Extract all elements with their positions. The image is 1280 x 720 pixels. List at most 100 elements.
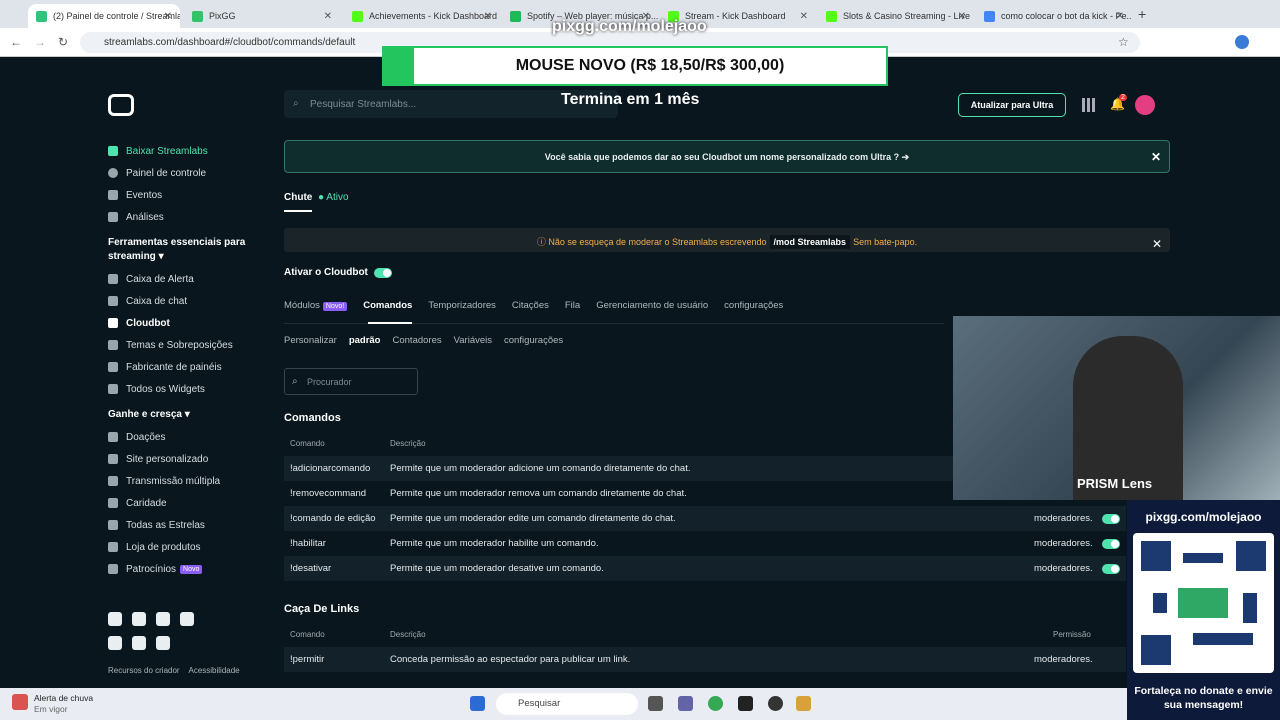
sidebar-item-charity[interactable]: Caridade	[108, 492, 258, 514]
subtab-custom[interactable]: Personalizar	[284, 335, 337, 346]
close-icon[interactable]: ✕	[164, 11, 172, 22]
themes-icon	[108, 340, 118, 350]
browser-tab[interactable]: (2) Painel de controle / Streamlabs ✕	[28, 4, 180, 28]
x-icon[interactable]	[108, 612, 122, 626]
sidebar-group-grow[interactable]: Ganhe e cresça ▾	[108, 408, 258, 422]
social-links	[108, 612, 208, 650]
forward-icon[interactable]: →	[34, 35, 46, 49]
streamlabs-logo-icon[interactable]	[108, 94, 134, 116]
sidebar-item-multistream[interactable]: Transmissão múltipla	[108, 470, 258, 492]
accessibility-link[interactable]: Acessibilidade	[188, 666, 239, 675]
browser-tab[interactable]: como colocar o bot da kick - Pe... ✕	[976, 4, 1132, 28]
sidebar-group-essentials[interactable]: Ferramentas essenciais para streaming ▾	[108, 236, 258, 264]
tab-user-management[interactable]: Gerenciamento de usuário	[596, 300, 708, 311]
close-icon[interactable]: ✕	[800, 11, 808, 22]
reload-icon[interactable]: ↻	[58, 35, 68, 49]
browser-tab[interactable]: Slots & Casino Streaming - Live ✕	[818, 4, 974, 28]
sidebar-item-events[interactable]: Eventos	[108, 184, 258, 206]
star-icon[interactable]: ☆	[1118, 35, 1129, 49]
sidebar-item-alert-box[interactable]: Caixa de Alerta	[108, 268, 258, 290]
heart-icon	[108, 498, 118, 508]
subtab-settings[interactable]: configurações	[504, 335, 563, 346]
subtab-variables[interactable]: Variáveis	[454, 335, 492, 346]
creator-resources-link[interactable]: Recursos do criador	[108, 666, 180, 675]
sidebar-item-download[interactable]: Baixar Streamlabs	[108, 140, 258, 162]
tab-commands[interactable]: Comandos	[363, 300, 412, 311]
command-toggle[interactable]	[1102, 564, 1120, 574]
overlay-url: pixgg.com/molejaoo	[552, 18, 707, 35]
tab-queue[interactable]: Fila	[565, 300, 580, 311]
app-icon[interactable]	[768, 696, 783, 711]
close-icon[interactable]: ✕	[484, 11, 492, 22]
command-search-input[interactable]: Procurador	[284, 368, 418, 395]
close-icon[interactable]: ✕	[1116, 11, 1124, 22]
discord-icon[interactable]	[156, 636, 170, 650]
subtab-default[interactable]: padrão	[349, 335, 381, 346]
tab-timers[interactable]: Temporizadores	[428, 300, 496, 311]
sidebar-item-site[interactable]: Site personalizado	[108, 448, 258, 470]
tab-settings[interactable]: configurações	[724, 300, 783, 311]
command-toggle[interactable]	[1102, 514, 1120, 524]
taskbar-search[interactable]: Pesquisar	[496, 693, 638, 715]
profile-icon[interactable]	[1235, 35, 1249, 49]
windows-start-icon[interactable]	[470, 696, 485, 711]
star-icon	[108, 520, 118, 530]
promo-ends: Termina em 1 mês	[561, 91, 700, 108]
linkedin-icon[interactable]	[132, 636, 146, 650]
close-icon[interactable]: ✕	[1152, 237, 1162, 251]
upgrade-ultra-button[interactable]: Atualizar para Ultra	[958, 93, 1066, 117]
apps-grid-icon[interactable]	[1082, 98, 1096, 112]
browser-tab[interactable]: Achievements - Kick Dashboard ✕	[344, 4, 500, 28]
sidebar-item-donations[interactable]: Doações	[108, 426, 258, 448]
column-header: Comando	[290, 439, 325, 448]
obs-icon[interactable]	[738, 696, 753, 711]
back-icon[interactable]: ←	[10, 35, 22, 49]
bell-icon	[108, 274, 118, 284]
tab-modules[interactable]: Módulos Novo!	[284, 300, 348, 311]
chrome-icon[interactable]	[708, 696, 723, 711]
sidebar-item-chat-box[interactable]: Caixa de chat	[108, 290, 258, 312]
command-toggle[interactable]	[1102, 539, 1120, 549]
sidebar-item-cloudbot[interactable]: Cloudbot	[108, 312, 258, 334]
tiktok-icon[interactable]	[180, 612, 194, 626]
sidebar-item-widgets[interactable]: Todos os Widgets	[108, 378, 258, 400]
column-header: Comando	[290, 630, 325, 639]
close-icon[interactable]: ✕	[1151, 150, 1161, 164]
youtube-icon[interactable]	[132, 612, 146, 626]
new-tab-icon[interactable]: +	[1138, 6, 1146, 22]
table-row[interactable]: !comando de edição Permite que um moderad…	[284, 506, 1126, 531]
task-view-icon[interactable]	[648, 696, 663, 711]
teams-icon[interactable]	[678, 696, 693, 711]
close-icon[interactable]: ✕	[958, 11, 966, 22]
sidebar-footer: Recursos do criador Acessibilidade	[108, 666, 240, 675]
new-badge: Novo	[180, 564, 203, 574]
platform-tab-chute[interactable]: Chute	[284, 192, 312, 203]
sidebar-item-themes[interactable]: Temas e Sobreposições	[108, 334, 258, 356]
instagram-icon[interactable]	[156, 612, 170, 626]
table-row[interactable]: !permitir Conceda permissão ao espectador…	[284, 647, 1126, 672]
sidebar-item-analytics[interactable]: Análises	[108, 206, 258, 228]
table-row[interactable]: !habilitar Permite que um moderador habil…	[284, 531, 1126, 556]
cloudbot-icon	[108, 318, 118, 328]
weather-widget[interactable]: Alerta de chuva Em vigor	[34, 693, 93, 715]
sidebar-item-dashboard[interactable]: Painel de controle	[108, 162, 258, 184]
ultra-info-banner: Você sabia que podemos dar ao seu Cloudb…	[284, 140, 1170, 173]
avatar[interactable]	[1135, 95, 1155, 115]
sidebar-item-stars[interactable]: Todas as Estrelas	[108, 514, 258, 536]
sidebar-item-sponsorships[interactable]: Patrocínios Novo	[108, 558, 258, 580]
app-icon[interactable]	[796, 696, 811, 711]
cloudbot-toggle[interactable]	[373, 267, 392, 278]
subtab-counters[interactable]: Contadores	[393, 335, 442, 346]
facebook-icon[interactable]	[108, 636, 122, 650]
status-badge: ● Ativo	[318, 192, 349, 203]
section-title: Comandos	[284, 412, 341, 424]
sidebar-item-merch[interactable]: Loja de produtos	[108, 536, 258, 558]
table-row[interactable]: !desativar Permite que um moderador desat…	[284, 556, 1126, 581]
sidebar-item-panels[interactable]: Fabricante de painéis	[108, 356, 258, 378]
camera-label: PRISM Lens	[1077, 476, 1153, 491]
close-icon[interactable]: ✕	[324, 11, 332, 22]
download-icon	[108, 146, 118, 156]
tab-favicon-icon	[826, 10, 837, 22]
browser-tab[interactable]: PixGG ✕	[184, 4, 340, 28]
tab-quotes[interactable]: Citações	[512, 300, 549, 311]
